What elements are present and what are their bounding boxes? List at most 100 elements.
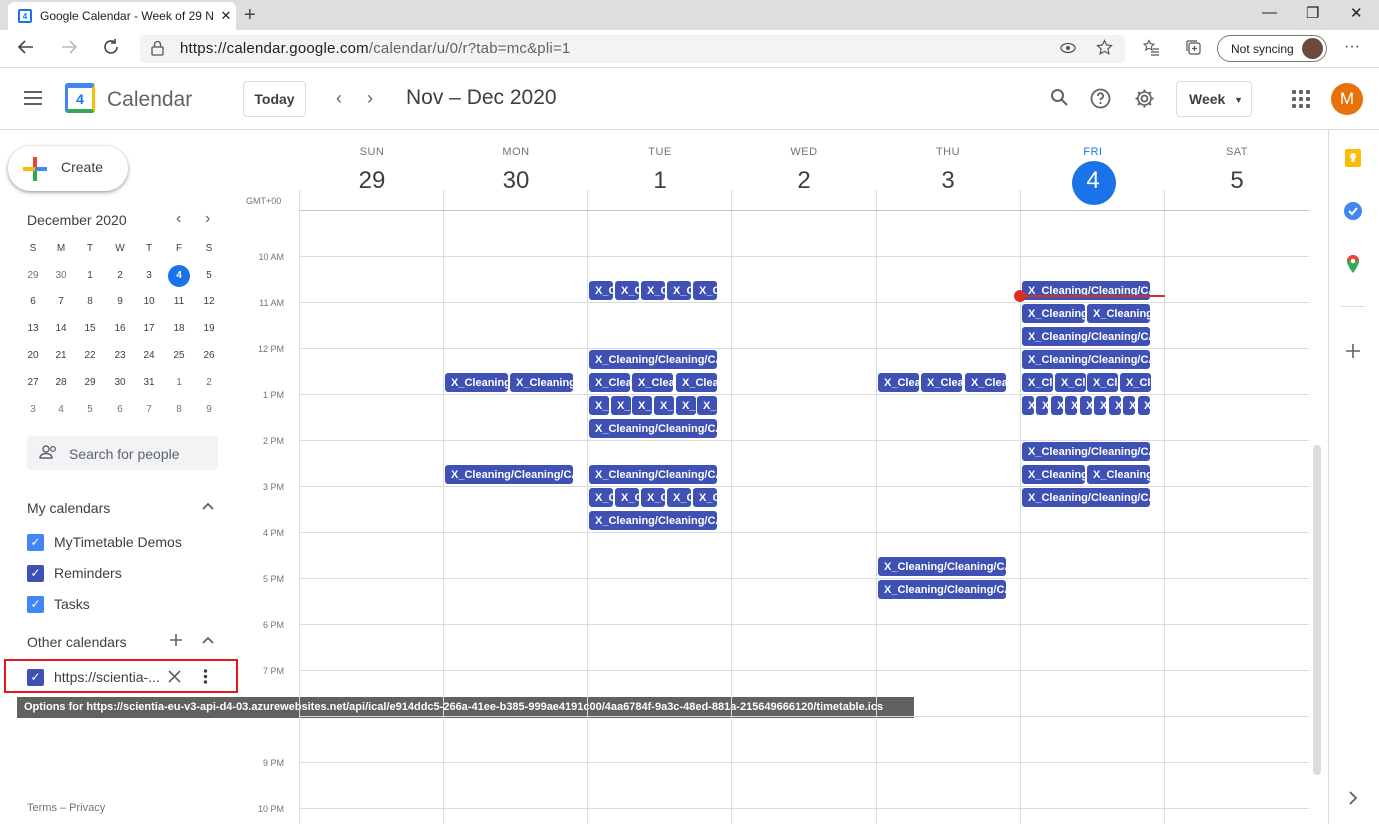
mini-cal-day[interactable]: 4 (168, 265, 190, 287)
mini-cal-day[interactable]: 24 (138, 346, 160, 366)
tracking-prevention-icon[interactable] (1060, 41, 1076, 60)
calendar-event[interactable]: X_Cleaning/Cleaning/CA (1021, 326, 1151, 347)
collapse-chevron-icon[interactable] (201, 499, 215, 516)
calendar-event[interactable]: X_Cleaning/Cleaning/CA (444, 372, 509, 393)
account-avatar[interactable]: M (1331, 83, 1363, 115)
day-number[interactable]: 1 (588, 167, 732, 195)
calendar-event[interactable]: X_Cleaning/Cleaning/CA (588, 464, 718, 485)
mini-cal-day[interactable]: 16 (109, 319, 131, 339)
calendar-event[interactable]: X_Cleaning/Cleaning/CA (588, 372, 631, 393)
calendar-event[interactable]: X_Cleaning/Cleaning/CA (614, 487, 640, 508)
calendar-event[interactable]: X_Cleaning/Cleaning/CA (631, 372, 674, 393)
settings-more-icon[interactable]: ··· (1344, 38, 1360, 56)
unsubscribe-close-icon[interactable] (168, 670, 181, 688)
calendar-event[interactable]: X_Cleaning/Cleaning/CA (588, 349, 718, 370)
mini-cal-day[interactable]: 12 (198, 292, 220, 312)
mini-cal-prev-icon[interactable]: ‹ (176, 210, 181, 228)
day-number[interactable]: 5 (1165, 167, 1309, 195)
calendar-event[interactable]: X_Cleaning/Cleaning/CA (1122, 395, 1136, 416)
back-icon[interactable] (17, 38, 35, 61)
next-period-icon[interactable]: › (367, 88, 373, 109)
mini-cal-day[interactable]: 7 (138, 400, 160, 420)
other-calendar-checkbox[interactable]: ✓ (27, 668, 44, 686)
window-close-icon[interactable]: ✕ (1350, 4, 1363, 22)
my-calendar-item[interactable]: ✓ Tasks (27, 594, 90, 614)
favorite-star-icon[interactable] (1096, 39, 1113, 61)
mini-cal-day[interactable]: 14 (50, 319, 72, 339)
mini-cal-day[interactable]: 7 (50, 292, 72, 312)
mini-cal-day[interactable]: 26 (198, 346, 220, 366)
calendar-event[interactable]: X_Cleaning/Cleaning/CA (1021, 464, 1086, 485)
calendar-checkbox[interactable]: ✓ (27, 533, 44, 551)
day-number[interactable]: 4 (1021, 167, 1165, 195)
maps-icon[interactable] (1343, 254, 1363, 274)
calendar-event[interactable]: X_Cleaning/Cleaning/CA (614, 280, 640, 301)
mini-cal-day[interactable]: 2 (198, 373, 220, 393)
reload-icon[interactable] (102, 38, 120, 61)
calendar-event[interactable]: X_Cleaning/Cleaning/CA (640, 487, 666, 508)
calendar-event[interactable]: X_Cleaning/Cleaning/CA (1021, 303, 1086, 324)
mini-cal-day[interactable]: 11 (168, 292, 190, 312)
calendar-event[interactable]: X_Cleaning/Cleaning/CA (444, 464, 574, 485)
mini-cal-day[interactable]: 20 (22, 346, 44, 366)
calendar-event[interactable]: X_Cleaning/Cleaning/CA (588, 487, 614, 508)
minimize-icon[interactable]: — (1262, 4, 1277, 21)
mini-cal-day[interactable]: 1 (79, 266, 101, 286)
calendar-options-icon[interactable] (203, 669, 208, 689)
calendar-checkbox[interactable]: ✓ (27, 595, 44, 613)
grid-scrollbar[interactable] (1313, 445, 1321, 775)
calendar-event[interactable]: X_Cleaning/Cleaning/CA (610, 395, 632, 416)
calendar-event[interactable]: X_Cleaning/Cleaning/CA (653, 395, 675, 416)
calendar-event[interactable]: X_Cleaning/Cleaning/CA (1054, 372, 1087, 393)
mini-cal-day[interactable]: 29 (79, 373, 101, 393)
mini-cal-day[interactable]: 3 (22, 400, 44, 420)
tab-close-icon[interactable]: ✕ (216, 8, 236, 24)
calendar-event[interactable]: X_Cleaning/Cleaning/CA (692, 487, 718, 508)
previous-period-icon[interactable]: ‹ (336, 88, 342, 109)
mini-cal-day[interactable]: 30 (109, 373, 131, 393)
create-button[interactable]: Create (8, 146, 128, 191)
tasks-icon[interactable] (1343, 201, 1363, 221)
mini-cal-day[interactable]: 6 (109, 400, 131, 420)
day-number[interactable]: 2 (732, 167, 876, 195)
calendar-event[interactable]: X_Cleaning/Cleaning/CA (588, 395, 610, 416)
calendar-event[interactable]: X_Cleaning/Cleaning/CA (1021, 280, 1151, 301)
mini-cal-day[interactable]: 6 (22, 292, 44, 312)
day-number[interactable]: 30 (444, 167, 588, 195)
calendar-event[interactable]: X_Cleaning/Cleaning/CA (509, 372, 574, 393)
favorites-list-icon[interactable] (1142, 39, 1160, 61)
restore-icon[interactable]: ❐ (1306, 4, 1319, 22)
mini-cal-day[interactable]: 15 (79, 319, 101, 339)
today-button[interactable]: Today (243, 81, 306, 117)
mini-cal-day[interactable]: 27 (22, 373, 44, 393)
terms-privacy-link[interactable]: Terms – Privacy (27, 802, 105, 814)
mini-cal-day[interactable]: 17 (138, 319, 160, 339)
calendar-event[interactable]: X_Cleaning/Cleaning/CA (1035, 395, 1049, 416)
google-apps-icon[interactable] (1292, 90, 1310, 108)
profile-sync-button[interactable]: Not syncing (1217, 35, 1327, 62)
calendar-event[interactable]: X_Cleaning/Cleaning/CA (1050, 395, 1064, 416)
collections-icon[interactable] (1185, 39, 1202, 61)
calendar-event[interactable]: X_Cleaning/Cleaning/CA (666, 280, 692, 301)
mini-cal-day[interactable]: 4 (50, 400, 72, 420)
day-number[interactable]: 3 (876, 167, 1020, 195)
calendar-event[interactable]: X_Cleaning/Cleaning/CA (1079, 395, 1093, 416)
mini-cal-day[interactable]: 8 (79, 292, 101, 312)
mini-cal-day[interactable]: 30 (50, 266, 72, 286)
mini-cal-day[interactable]: 28 (50, 373, 72, 393)
calendar-event[interactable]: X_Cleaning/Cleaning/CA (588, 280, 614, 301)
calendar-event[interactable]: X_Cleaning/Cleaning/CA (877, 556, 1007, 577)
calendar-event[interactable]: X_Cleaning/Cleaning/CA (1021, 349, 1151, 370)
calendar-event[interactable]: X_Cleaning/Cleaning/CA (631, 395, 653, 416)
add-calendar-icon[interactable] (169, 633, 183, 650)
mini-cal-day[interactable]: 2 (109, 266, 131, 286)
mini-cal-day[interactable]: 21 (50, 346, 72, 366)
calendar-event[interactable]: X_Cleaning/Cleaning/CA (1086, 464, 1151, 485)
calendar-event[interactable]: X_Cleaning/Cleaning/CA (877, 372, 920, 393)
mini-cal-day[interactable]: 13 (22, 319, 44, 339)
calendar-event[interactable]: X_Cleaning/Cleaning/CA (692, 280, 718, 301)
mini-cal-day[interactable]: 18 (168, 319, 190, 339)
day-number[interactable]: 29 (300, 167, 444, 195)
browser-tab[interactable]: 4 Google Calendar - Week of 29 N ✕ (8, 2, 236, 30)
calendar-event[interactable]: X_Cleaning/Cleaning/CA (1021, 487, 1151, 508)
